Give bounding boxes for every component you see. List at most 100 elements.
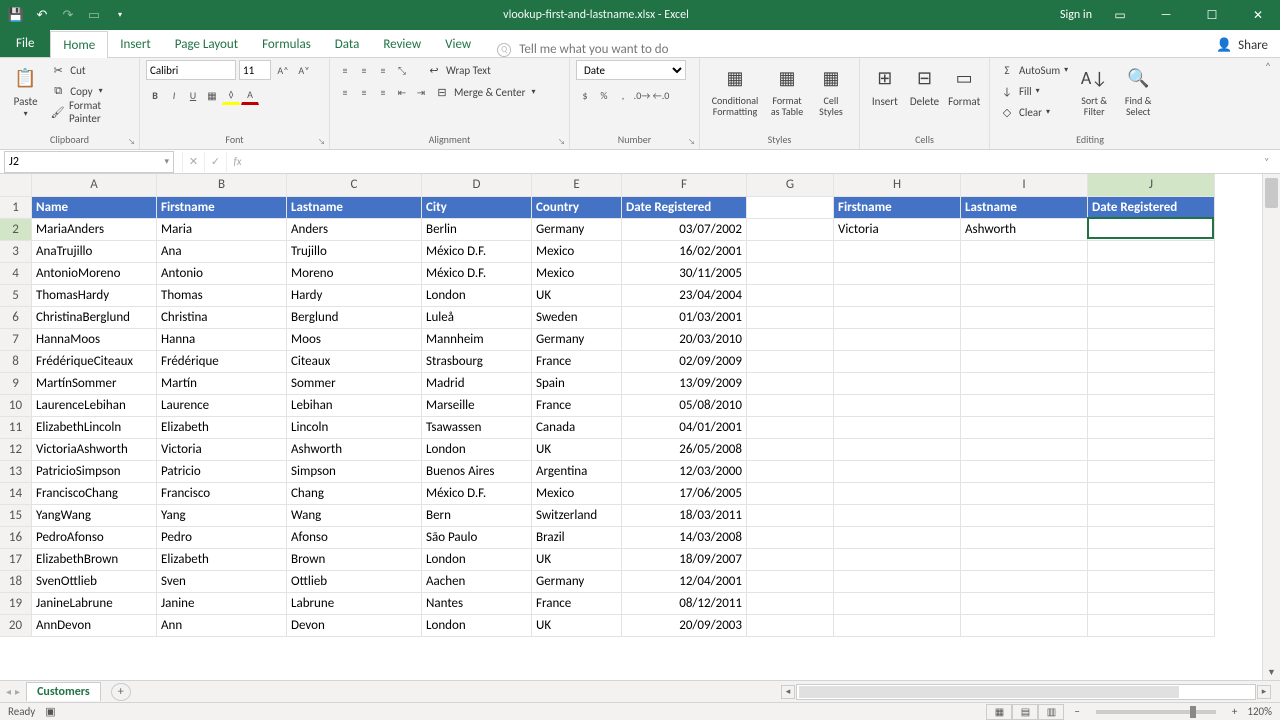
- table1-header[interactable]: Country: [532, 197, 622, 219]
- formula-bar[interactable]: [248, 152, 1264, 172]
- table1-cell[interactable]: 02/09/2009: [622, 351, 747, 373]
- tab-home[interactable]: Home: [50, 31, 108, 58]
- expand-formula-bar-icon[interactable]: ˅: [1264, 155, 1280, 168]
- cell[interactable]: [834, 417, 961, 439]
- table1-cell[interactable]: FranciscoChang: [32, 483, 157, 505]
- row-header-18[interactable]: 18: [0, 571, 32, 593]
- normal-view-icon[interactable]: ▦: [986, 704, 1012, 720]
- tab-insert[interactable]: Insert: [108, 31, 163, 57]
- table1-cell[interactable]: Buenos Aires: [422, 461, 532, 483]
- table1-header[interactable]: Name: [32, 197, 157, 219]
- align-right-icon[interactable]: ≡: [374, 82, 392, 102]
- table1-cell[interactable]: Ann: [157, 615, 287, 637]
- table2-header[interactable]: Lastname: [961, 197, 1088, 219]
- table1-cell[interactable]: YangWang: [32, 505, 157, 527]
- table1-cell[interactable]: Sweden: [532, 307, 622, 329]
- row-header-15[interactable]: 15: [0, 505, 32, 527]
- table1-cell[interactable]: Hanna: [157, 329, 287, 351]
- row-header-16[interactable]: 16: [0, 527, 32, 549]
- table1-cell[interactable]: 01/03/2001: [622, 307, 747, 329]
- autosum-button[interactable]: ΣAutoSum▾: [996, 60, 1071, 80]
- cell[interactable]: [961, 373, 1088, 395]
- sign-in-link[interactable]: Sign in: [1060, 8, 1092, 22]
- hscroll-thumb[interactable]: [799, 686, 1179, 698]
- cell[interactable]: [834, 373, 961, 395]
- table1-cell[interactable]: Devon: [287, 615, 422, 637]
- cell[interactable]: [747, 373, 834, 395]
- table1-cell[interactable]: 20/03/2010: [622, 329, 747, 351]
- select-all-cell[interactable]: [0, 174, 32, 197]
- cell[interactable]: [1088, 395, 1215, 417]
- table1-cell[interactable]: Spain: [532, 373, 622, 395]
- scroll-left-icon[interactable]: ◂: [781, 685, 795, 699]
- table1-cell[interactable]: MartínSommer: [32, 373, 157, 395]
- table1-cell[interactable]: 08/12/2011: [622, 593, 747, 615]
- dialog-launcher-icon[interactable]: ↘: [558, 137, 565, 147]
- undo-icon[interactable]: ↶: [30, 3, 54, 27]
- increase-decimal-icon[interactable]: .0→: [633, 85, 651, 105]
- cell[interactable]: [961, 285, 1088, 307]
- table1-cell[interactable]: 12/03/2000: [622, 461, 747, 483]
- tell-me-search[interactable]: Q Tell me what you want to do: [497, 42, 668, 57]
- table1-cell[interactable]: Nantes: [422, 593, 532, 615]
- add-sheet-button[interactable]: +: [111, 683, 131, 701]
- row-header-14[interactable]: 14: [0, 483, 32, 505]
- fill-button[interactable]: ↓Fill▾: [996, 81, 1071, 101]
- cell[interactable]: [1088, 461, 1215, 483]
- cell[interactable]: [1088, 351, 1215, 373]
- table1-cell[interactable]: Labrune: [287, 593, 422, 615]
- cell[interactable]: [961, 483, 1088, 505]
- table1-cell[interactable]: Moos: [287, 329, 422, 351]
- fill-color-button[interactable]: ◊: [222, 85, 240, 105]
- cell[interactable]: [1088, 483, 1215, 505]
- table1-cell[interactable]: México D.F.: [422, 263, 532, 285]
- table1-cell[interactable]: Martín: [157, 373, 287, 395]
- cell[interactable]: [834, 285, 961, 307]
- merge-center-button[interactable]: ⊟Merge & Center▾: [431, 82, 539, 102]
- horizontal-scrollbar[interactable]: ◂ ▸: [796, 684, 1256, 700]
- table1-cell[interactable]: Aachen: [422, 571, 532, 593]
- table1-cell[interactable]: Canada: [532, 417, 622, 439]
- table1-cell[interactable]: Mexico: [532, 263, 622, 285]
- table1-cell[interactable]: 20/09/2003: [622, 615, 747, 637]
- cell[interactable]: [834, 241, 961, 263]
- zoom-out-icon[interactable]: −: [1074, 705, 1079, 718]
- cell[interactable]: [1088, 549, 1215, 571]
- conditional-formatting-button[interactable]: ▦Conditional Formatting: [706, 60, 764, 119]
- sheet-nav-prev-icon[interactable]: ◂: [6, 685, 11, 698]
- collapse-ribbon-icon[interactable]: ˄: [1260, 60, 1276, 76]
- table1-cell[interactable]: AnaTrujillo: [32, 241, 157, 263]
- cell[interactable]: [961, 241, 1088, 263]
- cell[interactable]: [961, 593, 1088, 615]
- font-color-button[interactable]: A: [241, 85, 259, 105]
- cell[interactable]: [1088, 615, 1215, 637]
- insert-cells-button[interactable]: ⊞Insert: [866, 60, 904, 110]
- table1-cell[interactable]: São Paulo: [422, 527, 532, 549]
- cell[interactable]: [747, 571, 834, 593]
- table1-cell[interactable]: LaurenceLebihan: [32, 395, 157, 417]
- table1-cell[interactable]: PatricioSimpson: [32, 461, 157, 483]
- cell[interactable]: [961, 417, 1088, 439]
- ribbon-display-icon[interactable]: ▭: [1102, 0, 1138, 30]
- table2-cell[interactable]: Ashworth: [961, 219, 1088, 241]
- table2-header[interactable]: Date Registered: [1088, 197, 1215, 219]
- table1-cell[interactable]: 23/04/2004: [622, 285, 747, 307]
- maximize-icon[interactable]: ☐: [1194, 0, 1230, 30]
- table1-cell[interactable]: Ana: [157, 241, 287, 263]
- table1-cell[interactable]: Janine: [157, 593, 287, 615]
- row-header-2[interactable]: 2: [0, 219, 32, 241]
- cell[interactable]: [747, 505, 834, 527]
- table1-cell[interactable]: 05/08/2010: [622, 395, 747, 417]
- cell[interactable]: [834, 571, 961, 593]
- close-icon[interactable]: ✕: [1240, 0, 1276, 30]
- touch-mode-icon[interactable]: ▭: [82, 3, 106, 27]
- table1-cell[interactable]: SvenOttlieb: [32, 571, 157, 593]
- column-header-I[interactable]: I: [961, 174, 1088, 197]
- cell[interactable]: [747, 593, 834, 615]
- cancel-formula-icon[interactable]: ✕: [182, 152, 204, 172]
- vertical-scrollbar[interactable]: ▲ ▼: [1262, 174, 1280, 680]
- zoom-slider[interactable]: [1096, 710, 1216, 714]
- wrap-text-button[interactable]: ↩Wrap Text: [423, 60, 494, 80]
- decrease-indent-icon[interactable]: ⇤: [393, 82, 411, 102]
- table1-cell[interactable]: Chang: [287, 483, 422, 505]
